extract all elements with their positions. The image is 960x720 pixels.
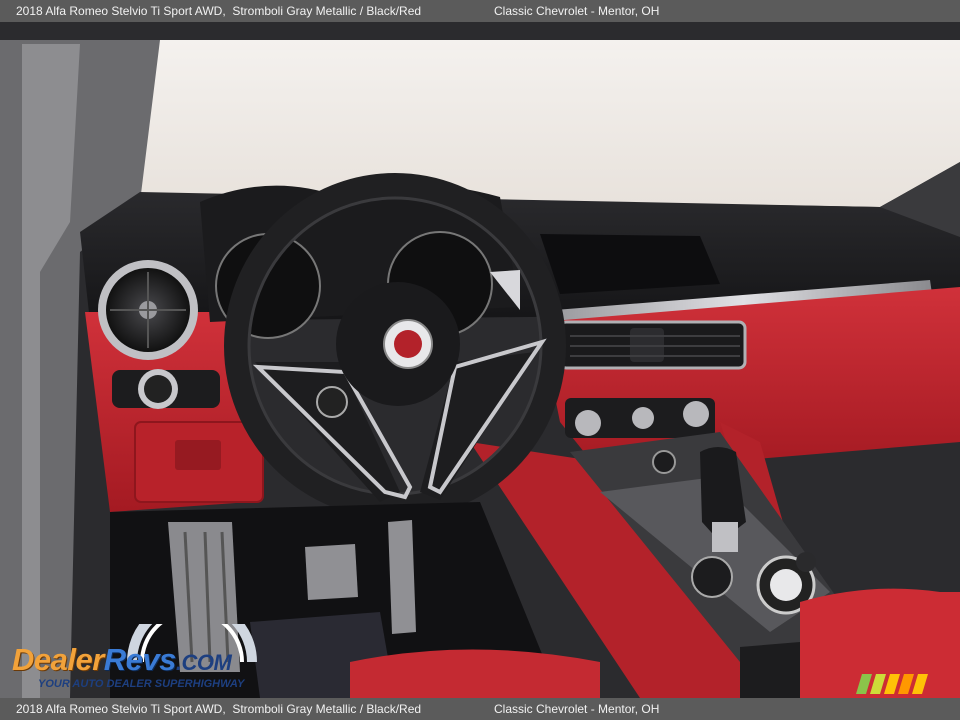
vehicle-name-bottom: 2018 Alfa Romeo Stelvio Ti Sport AWD, <box>16 702 226 716</box>
vehicle-name: 2018 Alfa Romeo Stelvio Ti Sport AWD, <box>16 4 226 18</box>
top-caption-bar: 2018 Alfa Romeo Stelvio Ti Sport AWD, St… <box>0 0 960 22</box>
dealerrevs-logo: DealerRevs.COM <box>12 642 232 678</box>
interior-photo <box>0 22 960 698</box>
dealerrevs-watermark: DealerRevs.COM YOUR AUTO DEALER SUPERHIG… <box>12 622 272 694</box>
logo-com-text: .COM <box>175 650 232 675</box>
dealer-text: Classic Chevrolet - Mentor, OH <box>494 4 660 18</box>
bottom-caption-bar: 2018 Alfa Romeo Stelvio Ti Sport AWD, St… <box>0 698 960 720</box>
dealer-text-bottom: Classic Chevrolet - Mentor, OH <box>494 702 660 716</box>
logo-dealer-text: Dealer <box>12 642 104 677</box>
vehicle-title-text: 2018 Alfa Romeo Stelvio Ti Sport AWD, St… <box>16 0 421 22</box>
watermark-tagline: YOUR AUTO DEALER SUPERHIGHWAY <box>38 678 245 690</box>
logo-revs-text: Revs <box>103 642 177 677</box>
vehicle-color-bottom: Stromboli Gray Metallic / Black/Red <box>232 702 422 716</box>
vehicle-title-text-bottom: 2018 Alfa Romeo Stelvio Ti Sport AWD, St… <box>16 698 421 720</box>
dashboard-illustration <box>0 22 960 698</box>
striped-flag-icon <box>856 674 928 694</box>
vehicle-color: Stromboli Gray Metallic / Black/Red <box>232 4 422 18</box>
